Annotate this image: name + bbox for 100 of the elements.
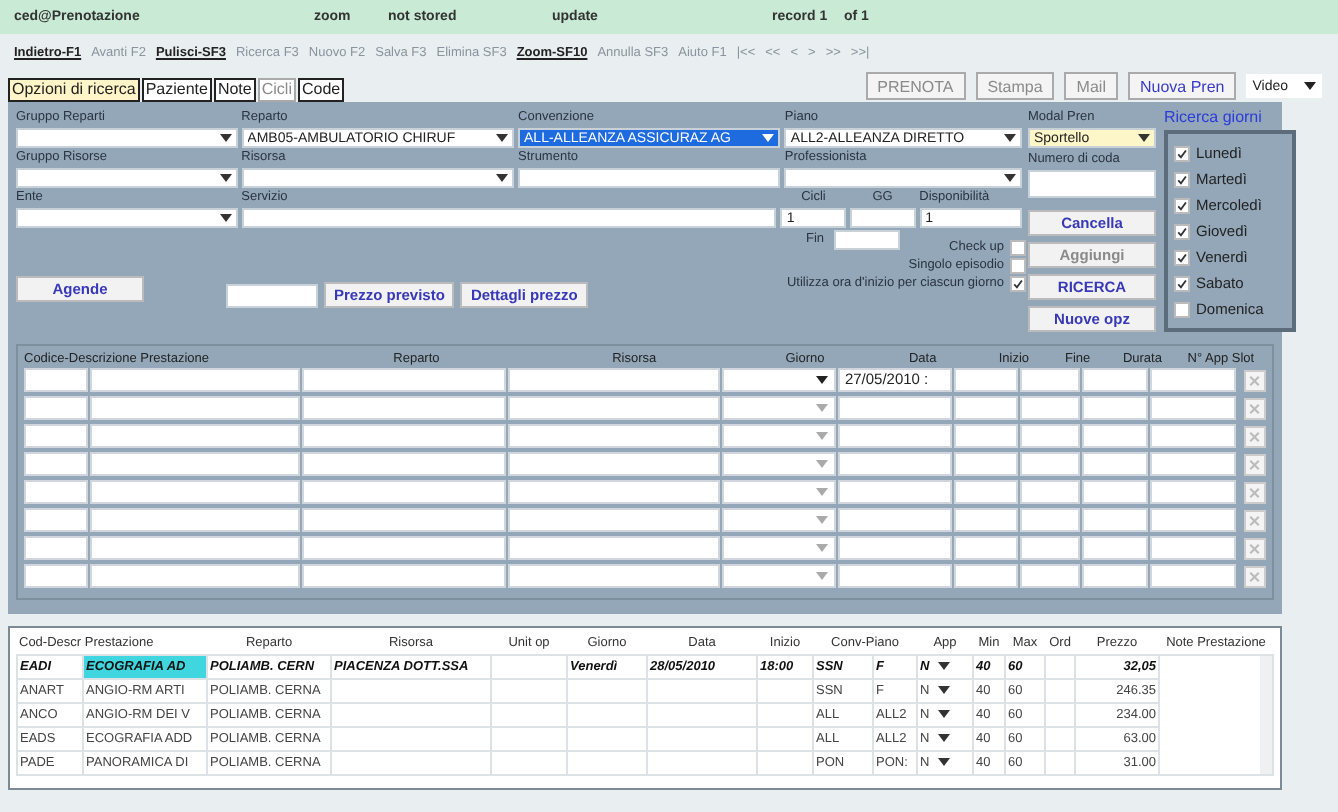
grid-cell[interactable] [24, 368, 89, 392]
grid-cell[interactable] [508, 508, 721, 532]
grid-cell[interactable] [1149, 452, 1237, 476]
grid-cell[interactable] [301, 452, 507, 476]
grid-cell[interactable] [24, 424, 89, 448]
input-field[interactable] [241, 208, 777, 228]
checkbox[interactable] [1010, 257, 1026, 273]
day-select[interactable] [722, 480, 837, 504]
grid-cell[interactable] [24, 452, 89, 476]
grid-cell[interactable] [1149, 564, 1237, 588]
input-field[interactable] [834, 230, 901, 250]
day-select[interactable] [722, 368, 837, 392]
grid-cell[interactable] [508, 480, 721, 504]
grid-cell[interactable] [838, 564, 953, 588]
checkbox[interactable] [1174, 145, 1190, 161]
grid-cell[interactable] [508, 452, 721, 476]
grid-cell[interactable] [1149, 536, 1237, 560]
delete-icon[interactable] [1244, 453, 1266, 475]
grid-cell[interactable] [301, 536, 507, 560]
grid-cell[interactable] [1082, 368, 1148, 392]
grid-cell[interactable] [24, 536, 89, 560]
grid-cell[interactable] [838, 452, 953, 476]
grid-cell[interactable] [1149, 424, 1237, 448]
grid-cell[interactable] [301, 396, 507, 420]
grid-cell[interactable] [1019, 452, 1081, 476]
grid-cell[interactable] [1082, 424, 1148, 448]
grid-cell[interactable] [24, 564, 89, 588]
checkbox[interactable] [1174, 171, 1190, 187]
delete-icon[interactable] [1244, 537, 1266, 559]
grid-cell[interactable] [508, 564, 721, 588]
grid-cell[interactable] [1019, 508, 1081, 532]
delete-icon[interactable] [1244, 397, 1266, 419]
grid-cell[interactable] [90, 480, 300, 504]
grid-cell[interactable] [1149, 480, 1237, 504]
grid-cell[interactable] [90, 424, 300, 448]
tab[interactable]: Code [297, 78, 345, 102]
grid-cell[interactable] [1019, 424, 1081, 448]
grid-cell[interactable] [301, 480, 507, 504]
grid-cell[interactable] [508, 536, 721, 560]
grid-cell[interactable] [24, 480, 89, 504]
day-select[interactable] [722, 396, 837, 420]
checkbox[interactable] [1010, 239, 1026, 255]
grid-cell[interactable] [90, 564, 300, 588]
tab[interactable]: Paziente [141, 78, 212, 102]
grid-cell[interactable] [838, 396, 953, 420]
grid-cell[interactable] [508, 424, 721, 448]
grid-cell[interactable] [954, 396, 1018, 420]
delete-icon[interactable] [1244, 481, 1266, 503]
grid-cell[interactable] [1082, 508, 1148, 532]
grid-cell[interactable] [954, 508, 1018, 532]
tab[interactable]: Note [213, 78, 256, 102]
day-select[interactable] [722, 452, 837, 476]
grid-cell[interactable] [1019, 480, 1081, 504]
grid-cell[interactable] [838, 480, 953, 504]
checkbox[interactable] [1174, 301, 1190, 317]
input-field[interactable] [1028, 170, 1156, 198]
day-select[interactable] [722, 508, 837, 532]
grid-cell[interactable] [301, 424, 507, 448]
grid-cell[interactable] [24, 396, 89, 420]
select-field[interactable] [16, 208, 238, 228]
grid-cell[interactable] [90, 396, 300, 420]
day-select[interactable] [722, 424, 837, 448]
grid-cell[interactable] [838, 424, 953, 448]
grid-cell[interactable] [954, 536, 1018, 560]
grid-cell[interactable] [1019, 536, 1081, 560]
grid-cell[interactable] [508, 368, 721, 392]
grid-cell[interactable] [954, 452, 1018, 476]
delete-icon[interactable] [1244, 565, 1266, 587]
checkbox[interactable] [1174, 223, 1190, 239]
grid-cell[interactable] [1082, 564, 1148, 588]
day-select[interactable] [722, 536, 837, 560]
grid-cell[interactable] [1082, 396, 1148, 420]
grid-cell[interactable] [1082, 536, 1148, 560]
checkbox[interactable] [1010, 275, 1026, 291]
grid-cell[interactable] [1149, 508, 1237, 532]
checkbox[interactable] [1174, 249, 1190, 265]
grid-cell[interactable] [90, 452, 300, 476]
grid-cell[interactable] [24, 508, 89, 532]
grid-cell[interactable] [838, 508, 953, 532]
grid-cell[interactable] [838, 536, 953, 560]
grid-cell[interactable] [1149, 396, 1237, 420]
grid-cell[interactable] [301, 564, 507, 588]
day-select[interactable] [722, 564, 837, 588]
select-field[interactable] [16, 128, 238, 148]
grid-cell[interactable] [1019, 564, 1081, 588]
grid-cell[interactable] [301, 508, 507, 532]
grid-cell[interactable] [301, 368, 507, 392]
grid-cell[interactable] [954, 368, 1018, 392]
select-field[interactable] [16, 168, 238, 188]
grid-cell[interactable] [1019, 396, 1081, 420]
grid-cell[interactable] [954, 424, 1018, 448]
delete-icon[interactable] [1244, 425, 1266, 447]
grid-cell[interactable] [90, 368, 300, 392]
select-field[interactable] [241, 168, 515, 188]
checkbox[interactable] [1174, 197, 1190, 213]
input-field[interactable] [850, 208, 916, 228]
grid-cell[interactable] [90, 536, 300, 560]
grid-cell[interactable] [90, 508, 300, 532]
grid-cell[interactable] [1082, 452, 1148, 476]
input-field[interactable] [518, 168, 781, 188]
